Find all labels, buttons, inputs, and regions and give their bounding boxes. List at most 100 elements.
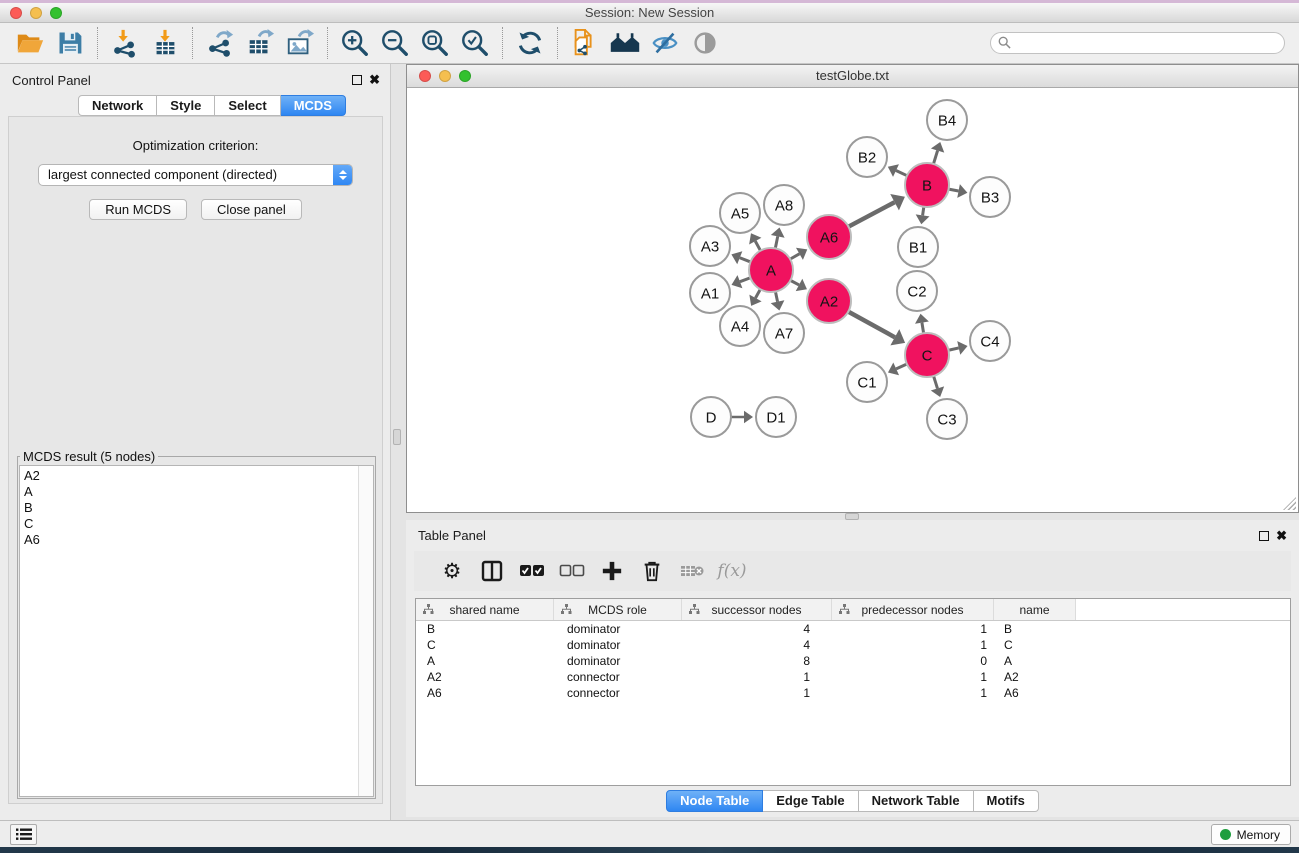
maximize-network-button[interactable] — [459, 70, 471, 82]
run-mcds-button[interactable]: Run MCDS — [89, 199, 187, 220]
vertical-splitter-handle[interactable] — [393, 429, 401, 445]
table-row[interactable]: Bdominator41B — [416, 621, 1290, 637]
minimize-window-button[interactable] — [30, 7, 42, 19]
graph-edge[interactable] — [933, 151, 937, 164]
apply-layout-icon[interactable] — [510, 25, 550, 61]
function-builder-icon[interactable]: f(x) — [712, 554, 752, 588]
mcds-result-item[interactable]: A — [24, 484, 373, 500]
graph-node-C3[interactable]: C3 — [927, 399, 967, 439]
search-input[interactable] — [990, 32, 1285, 54]
task-history-button[interactable] — [10, 824, 37, 845]
graph-edge[interactable] — [848, 202, 894, 226]
mcds-result-list[interactable]: A2ABCA6 — [19, 465, 374, 797]
export-table-icon[interactable] — [240, 25, 280, 61]
graph-edge[interactable] — [896, 364, 907, 369]
column-visibility-icon[interactable] — [472, 554, 512, 588]
close-network-button[interactable] — [419, 70, 431, 82]
tab-select[interactable]: Select — [215, 95, 280, 116]
mcds-result-item[interactable]: B — [24, 500, 373, 516]
graph-edge[interactable] — [949, 189, 959, 191]
mcds-result-item[interactable]: A6 — [24, 532, 373, 548]
column-header-name[interactable]: name — [994, 599, 1076, 620]
table-row[interactable]: Cdominator41C — [416, 637, 1290, 653]
close-table-panel-icon[interactable]: ✖ — [1276, 528, 1287, 544]
graph-node-A5[interactable]: A5 — [720, 193, 760, 233]
mcds-result-item[interactable]: A2 — [24, 468, 373, 484]
graph-node-B3[interactable]: B3 — [970, 177, 1010, 217]
graph-edge[interactable] — [923, 207, 924, 216]
tab-mcds[interactable]: MCDS — [281, 95, 346, 116]
graph-edge[interactable] — [790, 254, 799, 259]
table-settings-icon[interactable]: ⚙ — [432, 554, 472, 588]
graph-node-A3[interactable]: A3 — [690, 226, 730, 266]
delete-column-icon[interactable] — [632, 554, 672, 588]
graph-node-A4[interactable]: A4 — [720, 306, 760, 346]
show-graphics-icon[interactable] — [685, 25, 725, 61]
graph-edge[interactable] — [740, 258, 751, 262]
import-table-icon[interactable] — [145, 25, 185, 61]
graph-edge[interactable] — [922, 323, 924, 334]
select-all-rows-icon[interactable] — [512, 554, 552, 588]
tab-edge-table[interactable]: Edge Table — [763, 790, 858, 812]
close-panel-icon[interactable]: ✖ — [369, 72, 380, 88]
tab-motifs[interactable]: Motifs — [974, 790, 1039, 812]
tab-network[interactable]: Network — [78, 95, 157, 116]
tab-network-table[interactable]: Network Table — [859, 790, 974, 812]
horizontal-splitter-handle[interactable] — [845, 513, 859, 520]
graph-edge[interactable] — [740, 278, 750, 282]
graph-edge[interactable] — [775, 236, 777, 248]
graph-node-A8[interactable]: A8 — [764, 185, 804, 225]
add-column-icon[interactable] — [592, 554, 632, 588]
close-window-button[interactable] — [10, 7, 22, 19]
save-session-icon[interactable] — [50, 25, 90, 61]
column-header-mcds-role[interactable]: MCDS role — [554, 599, 682, 620]
open-session-icon[interactable] — [10, 25, 50, 61]
tab-style[interactable]: Style — [157, 95, 215, 116]
graph-edge[interactable] — [948, 348, 958, 350]
export-network-icon[interactable] — [200, 25, 240, 61]
graph-node-D1[interactable]: D1 — [756, 397, 796, 437]
graph-node-C1[interactable]: C1 — [847, 362, 887, 402]
column-header-predecessor-nodes[interactable]: predecessor nodes — [832, 599, 994, 620]
network-canvas[interactable]: B4B2BB3A8A5A6B1A3AC2A1A2A4A7C4CC1DD1C3 — [407, 88, 1298, 512]
graph-edge[interactable] — [775, 292, 777, 302]
graph-node-B4[interactable]: B4 — [927, 100, 967, 140]
graph-node-B[interactable]: B — [905, 163, 949, 207]
table-row[interactable]: A6connector11A6 — [416, 685, 1290, 701]
column-header-successor-nodes[interactable]: successor nodes — [682, 599, 832, 620]
export-image-icon[interactable] — [280, 25, 320, 61]
zoom-out-icon[interactable] — [375, 25, 415, 61]
table-row[interactable]: Adominator80A — [416, 653, 1290, 669]
float-panel-icon[interactable] — [352, 75, 362, 85]
graph-edge[interactable] — [848, 312, 895, 338]
optimization-criterion-select[interactable]: largest connected component (directed) — [38, 164, 353, 186]
graph-edge[interactable] — [934, 376, 938, 388]
graph-node-B2[interactable]: B2 — [847, 137, 887, 177]
graph-edge[interactable] — [755, 241, 760, 251]
graph-node-D[interactable]: D — [691, 397, 731, 437]
zoom-fit-icon[interactable] — [415, 25, 455, 61]
minimize-network-button[interactable] — [439, 70, 451, 82]
graph-edge[interactable] — [896, 171, 907, 176]
maximize-window-button[interactable] — [50, 7, 62, 19]
float-table-panel-icon[interactable] — [1259, 531, 1269, 541]
graph-edge[interactable] — [790, 280, 799, 285]
clone-network-icon[interactable] — [565, 25, 605, 61]
tab-node-table[interactable]: Node Table — [666, 790, 763, 812]
graph-node-C2[interactable]: C2 — [897, 271, 937, 311]
delete-table-icon[interactable] — [672, 554, 712, 588]
graph-node-A[interactable]: A — [749, 248, 793, 292]
table-row[interactable]: A2connector11A2 — [416, 669, 1290, 685]
home-icon[interactable] — [605, 25, 645, 61]
network-window-titlebar[interactable]: testGlobe.txt — [407, 65, 1298, 88]
import-network-icon[interactable] — [105, 25, 145, 61]
graph-edge[interactable] — [755, 289, 760, 298]
graph-node-C4[interactable]: C4 — [970, 321, 1010, 361]
graph-node-A2[interactable]: A2 — [807, 279, 851, 323]
graph-node-A1[interactable]: A1 — [690, 273, 730, 313]
zoom-selected-icon[interactable] — [455, 25, 495, 61]
mcds-result-item[interactable]: C — [24, 516, 373, 532]
deselect-all-rows-icon[interactable] — [552, 554, 592, 588]
zoom-in-icon[interactable] — [335, 25, 375, 61]
memory-button[interactable]: Memory — [1211, 824, 1291, 845]
